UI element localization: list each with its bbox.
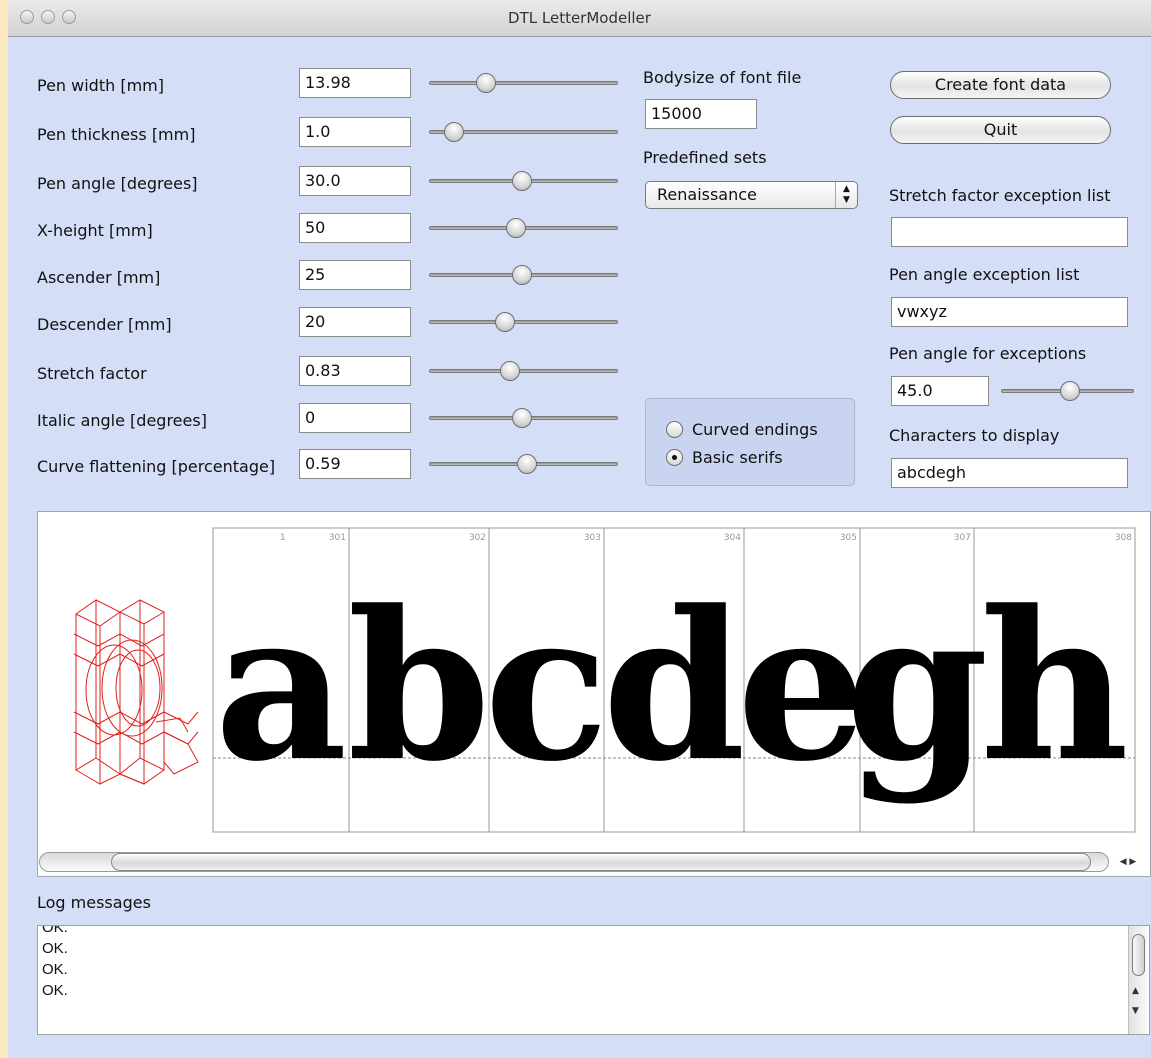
param-label: Pen thickness [mm] xyxy=(37,125,196,144)
predefined-sets-label: Predefined sets xyxy=(643,148,767,167)
glyph-d: d xyxy=(602,567,745,807)
slider-knob[interactable] xyxy=(1060,381,1081,401)
pen-angle-for-exceptions-field[interactable]: 45.0 xyxy=(891,376,989,406)
pen-angle-exception-label: Pen angle exception list xyxy=(889,265,1080,284)
param-slider[interactable] xyxy=(429,171,618,191)
scrollbar-thumb[interactable] xyxy=(111,853,1091,871)
glyph-code-label: 305 xyxy=(840,533,857,543)
curved-endings-label: Curved endings xyxy=(692,420,818,439)
log-line: OK. xyxy=(42,961,68,978)
param-slider[interactable] xyxy=(429,265,618,285)
pen-angle-for-exceptions-slider[interactable] xyxy=(1001,381,1134,401)
slider-knob[interactable] xyxy=(500,361,521,381)
param-value-field[interactable]: 50 xyxy=(299,213,411,243)
param-value-field[interactable]: 30.0 xyxy=(299,166,411,196)
param-slider[interactable] xyxy=(429,408,618,428)
basic-serifs-label: Basic serifs xyxy=(692,448,783,467)
radio-selected-dot-icon xyxy=(672,455,677,460)
glyph-code-label: 301 xyxy=(329,533,346,543)
glyph-c: c xyxy=(484,567,609,807)
param-slider[interactable] xyxy=(429,454,618,474)
glyph-code-label: 307 xyxy=(954,533,971,543)
param-label: X-height [mm] xyxy=(37,221,153,240)
log-messages-label: Log messages xyxy=(37,893,151,912)
curved-endings-radio[interactable] xyxy=(666,421,683,438)
stretch-exception-field[interactable] xyxy=(891,217,1128,247)
title-bar: DTL LetterModeller xyxy=(8,0,1151,37)
slider-knob[interactable] xyxy=(517,454,538,474)
slider-knob[interactable] xyxy=(443,122,464,142)
glyph-h: h xyxy=(980,567,1129,807)
create-font-data-button[interactable]: Create font data xyxy=(890,71,1111,99)
log-line: OK. xyxy=(42,925,68,936)
window-title: DTL LetterModeller xyxy=(508,9,651,27)
ending-options-box: Curved endings Basic serifs xyxy=(645,398,855,486)
slider-knob[interactable] xyxy=(505,218,526,238)
glyph-code-label: 303 xyxy=(584,533,601,543)
param-value-field[interactable]: 13.98 xyxy=(299,68,411,98)
param-slider[interactable] xyxy=(429,218,618,238)
scroll-arrows-icon[interactable]: ◀ ▶ xyxy=(1109,853,1147,871)
glyph-preview-area: 1 301 302 303 304 305 307 308 abcdegh ◀ ▶ xyxy=(37,511,1151,877)
param-label: Curve flattening [percentage] xyxy=(37,457,276,476)
predefined-sets-select[interactable]: Renaissance ▲ ▼ xyxy=(645,181,858,209)
predefined-sets-value: Renaissance xyxy=(657,185,757,204)
param-label: Ascender [mm] xyxy=(37,268,161,287)
param-slider[interactable] xyxy=(429,122,618,142)
construction-drawing xyxy=(73,599,199,785)
param-label: Pen width [mm] xyxy=(37,76,164,95)
log-line: OK. xyxy=(42,940,68,957)
updown-arrows-icon: ▲ ▼ xyxy=(835,182,857,208)
param-label: Pen angle [degrees] xyxy=(37,174,198,193)
glyph-a: a xyxy=(215,567,348,807)
param-slider[interactable] xyxy=(429,73,618,93)
param-value-field[interactable]: 0.59 xyxy=(299,449,411,479)
log-line: OK. xyxy=(42,982,68,999)
slider-knob[interactable] xyxy=(494,312,515,332)
glyph-code-label: 302 xyxy=(469,533,486,543)
bodysize-label: Bodysize of font file xyxy=(643,68,802,87)
param-value-field[interactable]: 1.0 xyxy=(299,117,411,147)
app-window: DTL LetterModeller Pen width [mm] 13.98 Pe… xyxy=(8,0,1151,1058)
log-messages-area: OK. OK. OK. OK. ▲ ▼ xyxy=(37,925,1150,1035)
glyph-preview-canvas: 1 301 302 303 304 305 307 308 a bcdegh xyxy=(73,527,1136,833)
slider-knob[interactable] xyxy=(511,171,532,191)
param-slider[interactable] xyxy=(429,312,618,332)
param-label: Stretch factor xyxy=(37,364,147,383)
param-label: Descender [mm] xyxy=(37,315,172,334)
slider-track xyxy=(429,369,618,373)
scroll-up-arrow-icon[interactable]: ▲ xyxy=(1132,986,1139,996)
scrollbar-thumb[interactable] xyxy=(1132,934,1145,976)
cell-index-label: 1 xyxy=(280,533,286,543)
param-value-field[interactable]: 25 xyxy=(299,260,411,290)
bodysize-field[interactable]: 15000 xyxy=(645,99,757,129)
scroll-down-arrow-icon[interactable]: ▼ xyxy=(1132,1006,1139,1016)
stretch-exception-label: Stretch factor exception list xyxy=(889,186,1111,205)
log-vertical-scrollbar[interactable]: ▲ ▼ xyxy=(1128,926,1148,1034)
slider-track xyxy=(429,81,618,85)
characters-display-label: Characters to display xyxy=(889,426,1060,445)
glyph-row: a bcdegh xyxy=(215,567,1129,807)
param-value-field[interactable]: 0 xyxy=(299,403,411,433)
preview-horizontal-scrollbar[interactable]: ◀ ▶ xyxy=(39,850,1149,874)
param-value-field[interactable]: 0.83 xyxy=(299,356,411,386)
slider-knob[interactable] xyxy=(511,408,532,428)
basic-serifs-radio[interactable] xyxy=(666,449,683,466)
slider-knob[interactable] xyxy=(511,265,532,285)
pen-angle-for-exceptions-label: Pen angle for exceptions xyxy=(889,344,1087,363)
slider-knob[interactable] xyxy=(475,73,496,93)
param-label: Italic angle [degrees] xyxy=(37,411,207,430)
param-slider[interactable] xyxy=(429,361,618,381)
slider-track xyxy=(429,320,618,324)
glyph-g: g xyxy=(845,567,988,807)
param-value-field[interactable]: 20 xyxy=(299,307,411,337)
quit-button[interactable]: Quit xyxy=(890,116,1111,144)
characters-display-field[interactable]: abcdegh xyxy=(891,458,1128,488)
glyph-b: b xyxy=(347,567,490,807)
pen-angle-exception-field[interactable]: vwxyz xyxy=(891,297,1128,327)
glyph-code-label: 308 xyxy=(1115,533,1132,543)
glyph-code-label: 304 xyxy=(724,533,741,543)
